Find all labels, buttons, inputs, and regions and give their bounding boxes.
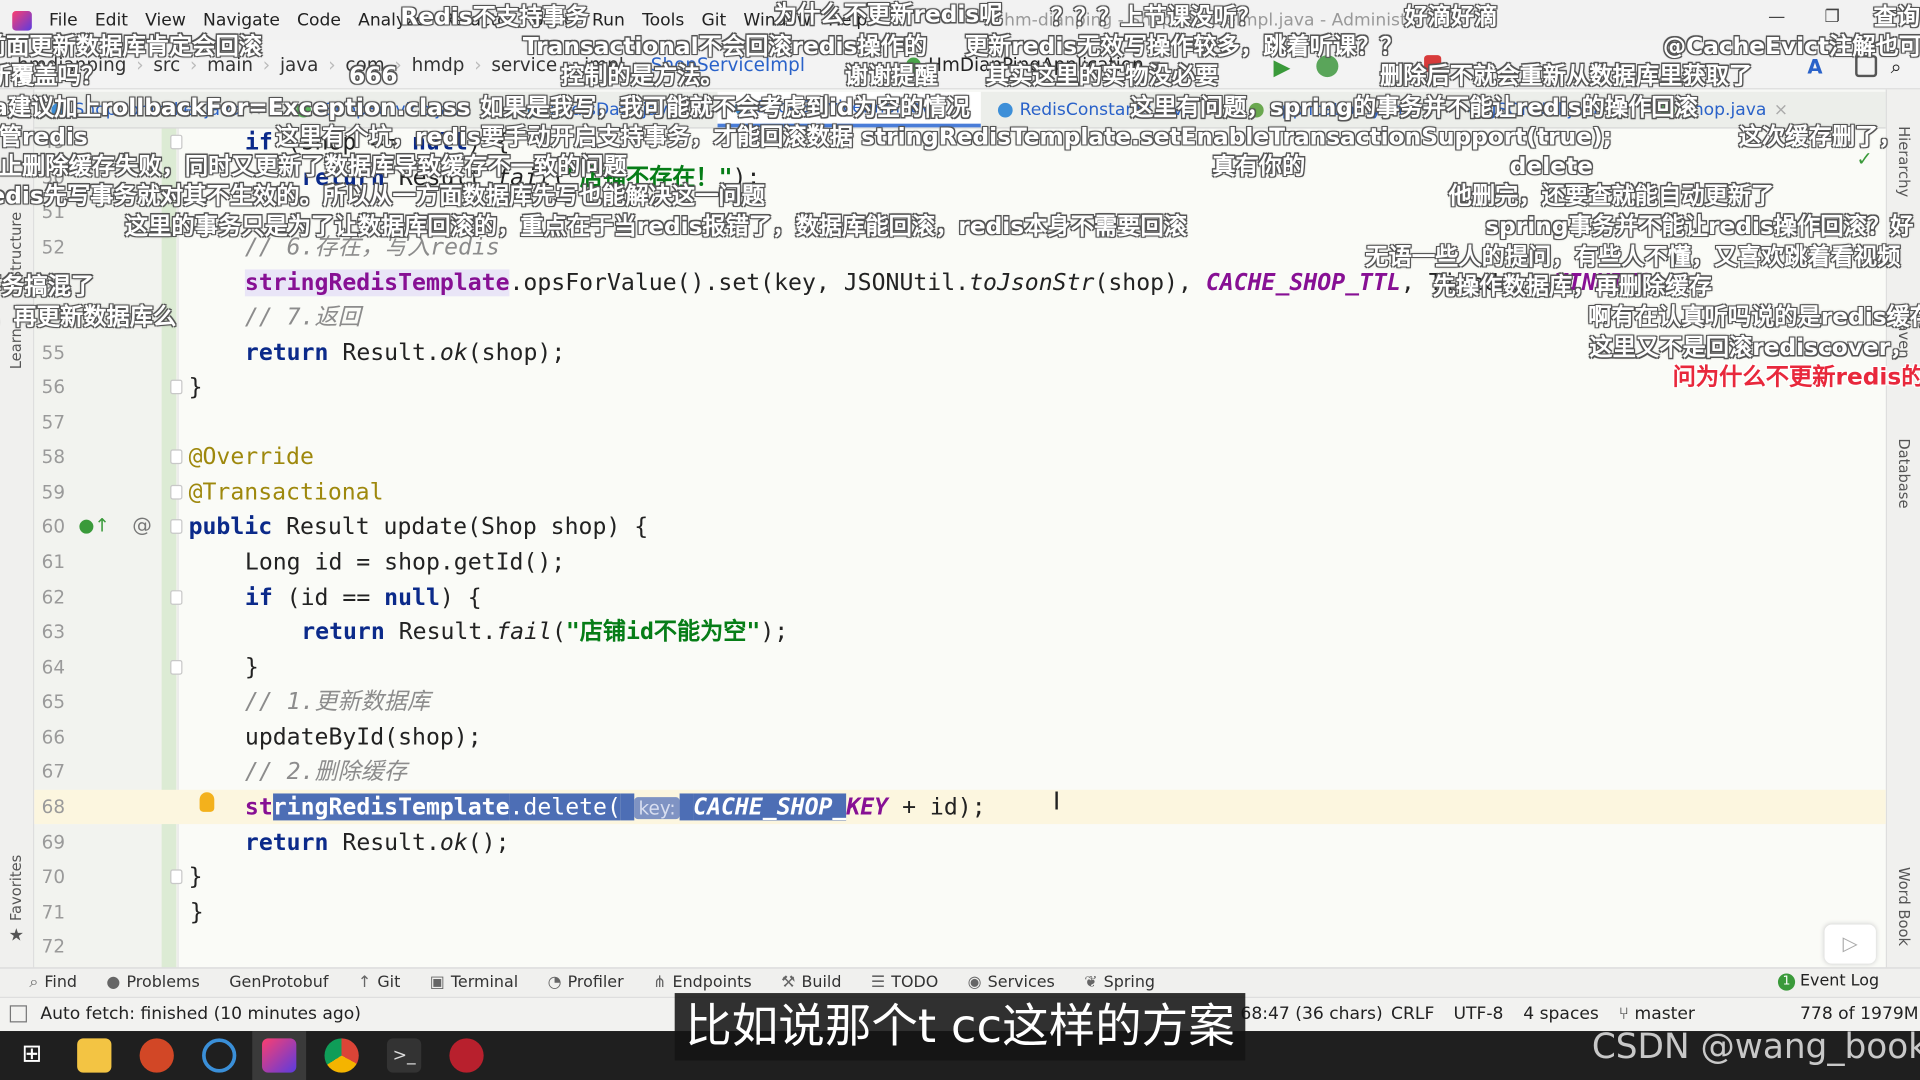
screen: File Edit View Navigate Code Analyze Refactor B… — [0, 0, 1920, 1080]
danmaku-comment: Redis不支持事务 — [400, 3, 589, 31]
danmaku-comment: 其实这里的实物没必要 — [985, 62, 1219, 90]
danmaku-comment: 好滴好滴 — [1404, 3, 1498, 31]
danmaku-comment: 这次缓存删了， — [1738, 123, 1902, 151]
danmaku-comment: spring事务并不能让redis操作回滚？好 — [1485, 213, 1914, 241]
danmaku-comment: redis先写事务就对其不生效的。所以从一方面数据库先写也能解决这一问题 — [0, 182, 765, 210]
danmaku-comment: 先操作数据库，再删除缓存 — [1432, 273, 1712, 301]
danmaku-comment: 谢谢提醒 — [844, 62, 938, 90]
danmaku-comment: @CacheEvict注解也可以 — [1662, 33, 1920, 61]
fold-marker-icon[interactable] — [170, 589, 183, 605]
danmaku-comment: 为什么不更新redis呢 — [773, 1, 1003, 29]
danmaku-comment: 前面更新数据库肯定会回滚 — [0, 33, 263, 61]
danmaku-comment: 666 — [348, 62, 398, 90]
video-subtitle: 比如说那个t cc这样的方案 — [674, 993, 1246, 1061]
danmaku-comment: 新覆盖吗？ — [0, 62, 105, 90]
danmaku-comment: 查询 — [1873, 3, 1920, 31]
danmaku-comment: 更新redis无效写操作较多，跳着听课？？ — [964, 33, 1403, 61]
danmaku-comment: 删除后不就会重新从数据库里获取了 — [1380, 62, 1753, 90]
danmaku-comment: 他删完，还要查就能自动更新了 — [1448, 182, 1775, 210]
danmaku-comment: 真有你的 — [1212, 153, 1306, 181]
fold-marker-icon[interactable] — [170, 519, 183, 535]
fold-marker-icon[interactable] — [170, 379, 183, 395]
danmaku-comment: 这里有问题，spring的事务并不能让redis的操作回滚 — [1130, 94, 1698, 122]
danmaku-comment: na建议加上rollbackFor=Exception.class — [0, 94, 471, 122]
fold-marker-icon[interactable] — [170, 659, 183, 675]
fold-marker-icon[interactable] — [170, 135, 183, 150]
watermark: CSDN @wang_book — [1591, 1026, 1920, 1067]
danmaku-comment: ？？？上节课没听？ — [1050, 3, 1261, 31]
danmaku-comment: 这里的事务只是为了让数据库回滚的，重点在于当redis报错了，数据库能回滚，re… — [124, 213, 1187, 241]
danmaku-comment: 控制的是方法。 — [560, 62, 724, 90]
fold-marker-icon[interactable] — [170, 484, 183, 500]
danmaku-comment: 事务搞混了 — [0, 273, 95, 301]
danmaku-comment: 说管redis — [0, 123, 88, 151]
danmaku-comment: 如果是我写，我可能就不会考虑到id为空的情况 — [480, 94, 970, 122]
danmaku-comment: Transactional不会回滚redis操作的 — [522, 33, 928, 61]
danmaku-comment: delete — [1509, 153, 1593, 181]
danmaku-comment: 问为什么不更新redis的 — [1672, 363, 1920, 391]
danmaku-comment: 这里又不是回滚rediscover， — [1589, 334, 1914, 362]
danmaku-comment: 无语一些人的提问，有些人不懂，又喜欢跳着看视频 — [1365, 243, 1901, 271]
danmaku-comment: 啊有在认真听吗说的是redis缓存 — [1588, 303, 1920, 331]
danmaku-overlay: Redis不支持事务 为什么不更新redis呢 ？？？上节课没听？ 好滴好滴 查询前面更… — [0, 0, 1920, 1080]
danmaku-comment: ，再更新数据库么 — [0, 303, 177, 331]
fold-marker-icon[interactable] — [170, 449, 183, 465]
danmaku-comment: 这里有个坑，redis要手动开启支持事务，才能回滚数据 stringRedisT… — [275, 123, 1612, 151]
danmaku-comment: 防止删除缓存失败，同时又更新了数据库导致缓存不一致的问题 — [0, 153, 627, 181]
fold-marker-icon[interactable] — [170, 869, 183, 885]
